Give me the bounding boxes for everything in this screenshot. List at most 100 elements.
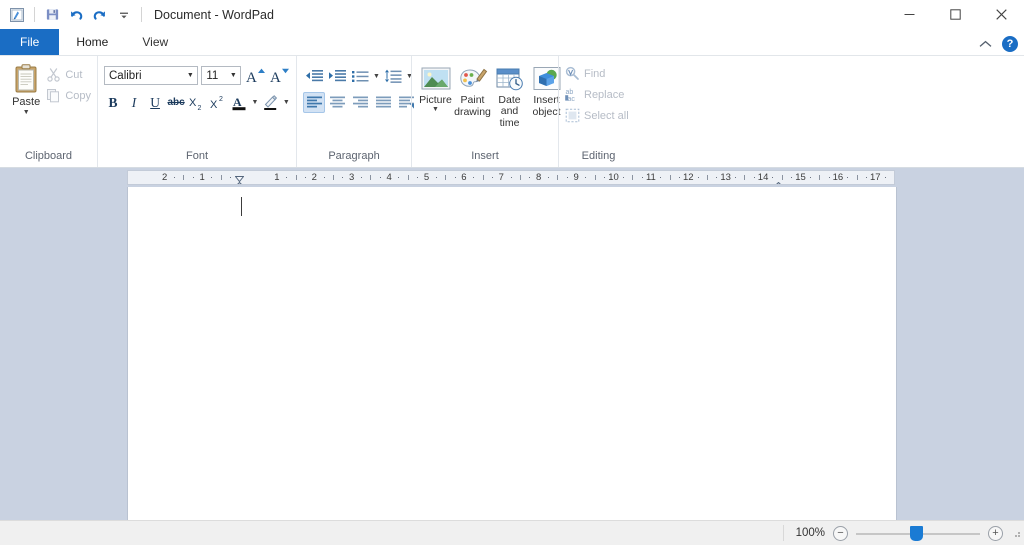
font-name-combo[interactable]: Calibri ▼	[104, 66, 199, 85]
group-font: Calibri ▼ 11 ▼ A A B I U abc X 2 X 2 A ▼…	[97, 56, 296, 167]
ruler-mark: 16	[832, 172, 844, 183]
help-icon[interactable]: ?	[1002, 36, 1018, 52]
ruler-dot	[192, 177, 194, 178]
ruler-tick	[295, 175, 297, 180]
subscript-icon: X 2	[189, 97, 202, 112]
line-spacing-button[interactable]	[382, 66, 404, 87]
highlight-button[interactable]	[262, 92, 280, 113]
text-color-icon: A	[232, 95, 246, 110]
qat-separator	[34, 7, 35, 22]
tab-home[interactable]: Home	[59, 29, 126, 55]
picture-label: Picture	[419, 94, 452, 106]
maximize-icon[interactable]	[932, 0, 978, 29]
document-page[interactable]	[127, 187, 897, 520]
underline-button[interactable]: U	[146, 92, 164, 113]
decrease-indent-button[interactable]	[303, 66, 325, 87]
chevron-down-icon[interactable]: ▼	[226, 72, 240, 79]
bold-button[interactable]: B	[104, 92, 122, 113]
redo-icon[interactable]	[89, 4, 111, 26]
text-color-caret[interactable]: ▼	[251, 99, 258, 106]
cut-button[interactable]: Cut	[46, 67, 91, 82]
ruler-dot	[678, 177, 680, 178]
paint-drawing-button[interactable]: Paint drawing	[454, 64, 491, 129]
ruler-dot	[286, 177, 288, 178]
bullets-caret[interactable]: ▼	[372, 73, 381, 80]
copy-button[interactable]: Copy	[46, 88, 91, 103]
indent-marker-left-bottom[interactable]	[235, 178, 244, 184]
resize-grip-icon[interactable]	[1011, 528, 1021, 538]
insert-object-label-1: Insert	[533, 94, 560, 106]
shrink-font-button[interactable]: A	[269, 65, 290, 86]
subscript-button[interactable]: X 2	[188, 92, 206, 113]
ribbon-tab-strip: File Home View ?	[0, 29, 1024, 55]
date-time-button[interactable]: Date and time	[492, 64, 527, 129]
cut-label: Cut	[65, 68, 83, 81]
font-size-combo[interactable]: 11 ▼	[201, 66, 242, 85]
ruler-dot	[585, 177, 587, 178]
align-justify-button[interactable]	[372, 92, 394, 113]
zoom-out-button[interactable]: −	[833, 525, 848, 541]
text-color-button[interactable]: A	[230, 92, 248, 113]
ruler-mark: 7	[498, 172, 504, 183]
paste-label: Paste	[12, 96, 41, 108]
group-insert: Picture ▼ Paint drawing Date and time In…	[411, 56, 561, 167]
undo-icon[interactable]	[65, 4, 87, 26]
font-group-label: Font	[185, 150, 208, 162]
tab-file[interactable]: File	[0, 29, 60, 55]
customize-quick-access-icon[interactable]	[113, 4, 135, 26]
paste-button[interactable]: Paste ▼	[6, 61, 46, 117]
svg-text:X: X	[189, 97, 197, 109]
tab-view[interactable]: View	[125, 29, 185, 55]
align-right-button[interactable]	[349, 92, 371, 113]
chevron-down-icon[interactable]: ▼	[183, 72, 197, 79]
superscript-button[interactable]: X 2	[209, 92, 227, 113]
bullets-button[interactable]	[349, 66, 371, 87]
indent-marker-right[interactable]	[774, 178, 783, 184]
save-icon[interactable]	[41, 4, 63, 26]
replace-button[interactable]: ab ac Replace	[565, 87, 629, 102]
group-clipboard: Paste ▼ Cut Copy Clipboard	[0, 56, 97, 167]
find-button[interactable]: Find	[565, 66, 629, 81]
text-cursor	[241, 197, 242, 216]
align-center-button[interactable]	[326, 92, 348, 113]
ruler-tick	[445, 175, 447, 180]
increase-indent-button[interactable]	[326, 66, 348, 87]
picture-dropdown-caret[interactable]: ▼	[432, 106, 439, 114]
ribbon-right-tools: ?	[977, 36, 1018, 52]
minimize-icon[interactable]	[886, 0, 932, 29]
indent-marker-left-top[interactable]	[234, 171, 245, 183]
copy-label: Copy	[65, 89, 91, 102]
date-time-label-2: time	[499, 117, 520, 129]
ruler-tick	[819, 175, 821, 180]
svg-text:A: A	[270, 70, 281, 85]
zoom-in-button[interactable]: +	[988, 525, 1003, 541]
ruler-dot	[342, 177, 344, 178]
ruler-mark: 1	[199, 172, 205, 183]
ruler-dot	[791, 177, 793, 178]
ruler[interactable]: 2 1 1 2 3 4 5 6 7 8 9 10 11 12 13 14 15 16 17	[127, 170, 895, 185]
editing-group-label: Editing	[581, 150, 616, 162]
italic-button[interactable]: I	[125, 92, 143, 113]
clipboard-group-label: Clipboard	[24, 150, 73, 162]
zoom-slider[interactable]	[856, 525, 980, 541]
picture-button[interactable]: Picture ▼	[418, 64, 453, 129]
ruler-mark: 10	[608, 172, 619, 183]
group-paragraph: ▼ ▼ Paragraph	[296, 56, 414, 167]
chevron-up-icon[interactable]	[977, 36, 993, 52]
align-justify-icon	[375, 96, 391, 108]
highlight-caret[interactable]: ▼	[283, 99, 290, 106]
zoom-slider-thumb[interactable]	[910, 525, 923, 541]
picture-icon	[421, 67, 450, 90]
close-icon[interactable]	[978, 0, 1024, 29]
grow-font-button[interactable]: A	[244, 65, 265, 86]
ruler-tick	[407, 175, 409, 180]
wordpad-icon[interactable]	[6, 4, 28, 26]
align-left-button[interactable]	[303, 92, 325, 113]
underline-icon: U	[150, 94, 160, 110]
svg-text:ac: ac	[568, 96, 576, 102]
strikethrough-button[interactable]: abc	[167, 92, 185, 113]
date-time-label-1: Date and	[498, 94, 521, 117]
paste-dropdown-caret[interactable]: ▼	[23, 109, 30, 117]
ruler-dot	[304, 177, 306, 178]
select-all-button[interactable]: Select all	[565, 108, 629, 123]
